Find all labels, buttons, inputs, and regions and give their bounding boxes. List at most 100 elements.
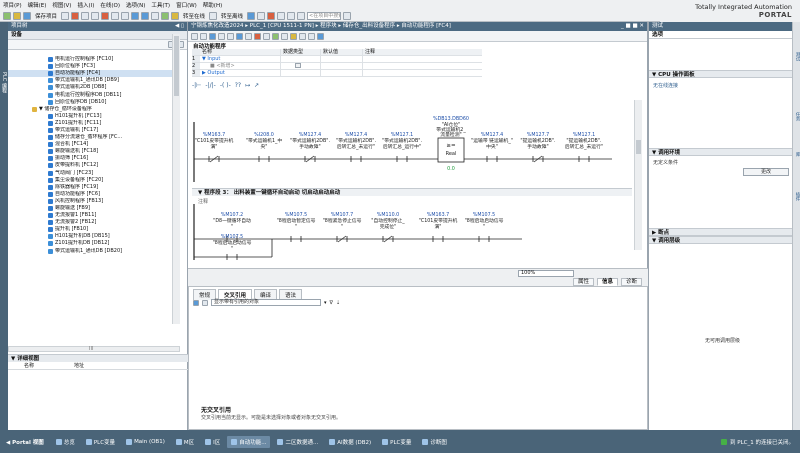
print-icon[interactable] [61,11,70,20]
monitor-icon[interactable] [254,32,261,40]
network-3-comment[interactable]: 注释 [198,198,208,205]
tree-item[interactable]: 电机运行控制程序DB [DB11] [8,91,180,98]
task-tab-tasks[interactable]: 任务 [794,112,800,121]
go-offline-label[interactable]: 转至离线 [219,12,245,20]
redo-icon[interactable] [121,11,130,20]
dropdown-arrow-icon[interactable]: ▾ [324,300,327,306]
cpu-operator-panel-header[interactable]: ▼ CPU 操作面板 [649,70,793,78]
call-environment-header[interactable]: ▼ 调用环境 [649,148,793,156]
filter-select[interactable]: 显示带有引用的对象 [211,299,321,306]
tree-item[interactable]: H101提升机DB [DB15] [8,233,180,240]
tree-item[interactable]: 储存分流速仓_循环程序 [FC... [8,134,180,141]
tree-item[interactable]: 带式运输机2DB [DB8] [8,84,180,91]
tree-item[interactable]: 螺旋输送 [FB9] [8,205,180,212]
taskbar-item[interactable]: 二区数据通... [273,436,322,448]
upload-icon[interactable] [151,11,160,20]
refresh-icon[interactable] [193,299,199,306]
monitoring-on-off-icon[interactable] [317,32,324,40]
tree-item[interactable]: 风机控制程序 [FB13] [8,198,180,205]
task-tab-addins[interactable]: 插件 [794,192,800,201]
tree-item[interactable]: H101提升机 [FC13] [8,113,180,120]
taskbar-item[interactable]: 总览 [52,436,79,448]
tree-horizontal-scrollbar[interactable]: III [8,346,180,352]
network-3-header[interactable]: ▼ 程序段 3： 出料装置一键循环自动启动 切启动启动启动 [192,188,632,196]
new-project-icon[interactable] [3,11,11,20]
open-box-icon[interactable] [272,32,279,40]
menu-insert[interactable]: 插入(I) [77,1,94,9]
detail-col-address[interactable]: 地址 [34,362,84,369]
cut-icon[interactable] [71,11,80,20]
change-button[interactable]: 更改 [743,168,789,176]
split-horizontal-icon[interactable] [287,11,296,20]
absolute-operands-icon[interactable] [236,32,243,40]
coil-button[interactable]: -( )- [220,82,231,89]
insert-network-icon[interactable] [191,32,198,40]
expand-all-icon[interactable] [218,32,225,40]
tree-item[interactable]: Z101提升机DB [DB12] [8,240,180,247]
tree-item[interactable]: 自动功能程序 [FC6] [8,191,180,198]
tree-item[interactable]: 回原位程序DB [DB10] [8,99,180,106]
tree-item[interactable]: 提升机 [FB10] [8,226,180,233]
interface-row-output[interactable]: 3 ▶ Output [192,70,482,77]
task-tab-testing[interactable]: 测试 [794,52,800,61]
comment-icon[interactable] [263,32,270,40]
close-branch-button[interactable]: ↗ [254,82,259,89]
detail-col-name[interactable]: 名称 [8,362,34,369]
interface-row-add-new[interactable]: 2 ■ <新增> [192,63,482,70]
menu-online[interactable]: 在线(O) [100,1,120,9]
portal-view-button[interactable]: ◀ Portal 视图 [2,436,48,448]
interface-row-input[interactable]: 1 ▼ Input [192,56,482,63]
open-branch-button[interactable]: ↦ [245,82,250,89]
close-branch-icon[interactable] [308,32,315,40]
tree-item[interactable]: 皮带提料机 [FC12] [8,162,180,169]
tree-item[interactable]: 带式运输机1_通讯DB [DB20] [8,248,180,255]
menu-project[interactable]: 项目(P) [3,1,22,9]
editor-window-controls[interactable]: _ ■ ■ ✕ [621,22,644,31]
save-project-label[interactable]: 保存项目 [33,12,59,20]
editor-scroll-thumb[interactable] [636,140,641,154]
cross-reference-icon[interactable] [277,11,286,20]
go-to-network-icon[interactable] [209,32,216,40]
delete-network-icon[interactable] [200,32,207,40]
menu-view[interactable]: 视图(V) [52,1,71,9]
nc-contact-button[interactable]: -|/|- [205,82,215,89]
editor-vertical-scrollbar[interactable] [634,100,642,250]
task-tab-libraries[interactable]: 库 [794,152,800,157]
simulation-icon[interactable] [161,11,170,20]
tree-item[interactable]: 带式运输机 [FC17] [8,127,180,134]
tree-vertical-scrollbar[interactable] [172,34,180,324]
tree-item[interactable]: 无流报警2 [FB12] [8,219,180,226]
menu-edit[interactable]: 编辑(E) [28,1,47,9]
accessible-devices-icon[interactable] [247,11,256,20]
menu-help[interactable]: 帮助(H) [203,1,222,9]
tree-item[interactable]: 振动筛 [FC16] [8,155,180,162]
branch-icon[interactable] [299,32,306,40]
collapse-all-icon[interactable] [227,32,234,40]
taskbar-item[interactable]: PLC变量 [82,436,119,448]
tab-diagnostics[interactable]: 诊断 [620,277,642,286]
undo-icon[interactable] [111,11,120,20]
split-vertical-icon[interactable] [297,11,306,20]
download-icon[interactable] [141,11,150,20]
delete-icon[interactable] [101,11,110,20]
menu-options[interactable]: 选项(N) [126,1,145,9]
menu-tools[interactable]: 工具(T) [151,1,170,9]
tree-item[interactable]: 无流报警1 [FB11] [8,212,180,219]
detail-view-header[interactable]: ▼ 详细视图 [8,354,188,362]
go-online-icon[interactable] [171,11,180,20]
tree-scroll-thumb[interactable] [174,36,179,96]
datatype-dropdown-icon[interactable] [295,63,301,68]
start-cpu-icon[interactable] [257,11,266,20]
taskbar-item[interactable]: M区 [172,436,198,448]
save-project-icon[interactable] [23,11,31,20]
tree-item[interactable]: 自动功能程序 [FC4] [8,70,180,78]
tree-item[interactable]: 集尘设备程序 [FC20] [8,177,180,184]
devices-tab[interactable]: 设备 [8,31,187,40]
go-offline-icon[interactable] [209,11,218,20]
taskbar-item[interactable]: I区 [201,436,224,448]
taskbar-item[interactable]: AI数据 (DB2) [325,436,375,448]
filter-options-icon[interactable] [202,299,208,306]
compile-icon[interactable] [131,11,140,20]
show-favorites-icon[interactable] [245,32,252,40]
tree-item[interactable]: ▼ 储存仓_循环设备程序 [8,106,180,113]
